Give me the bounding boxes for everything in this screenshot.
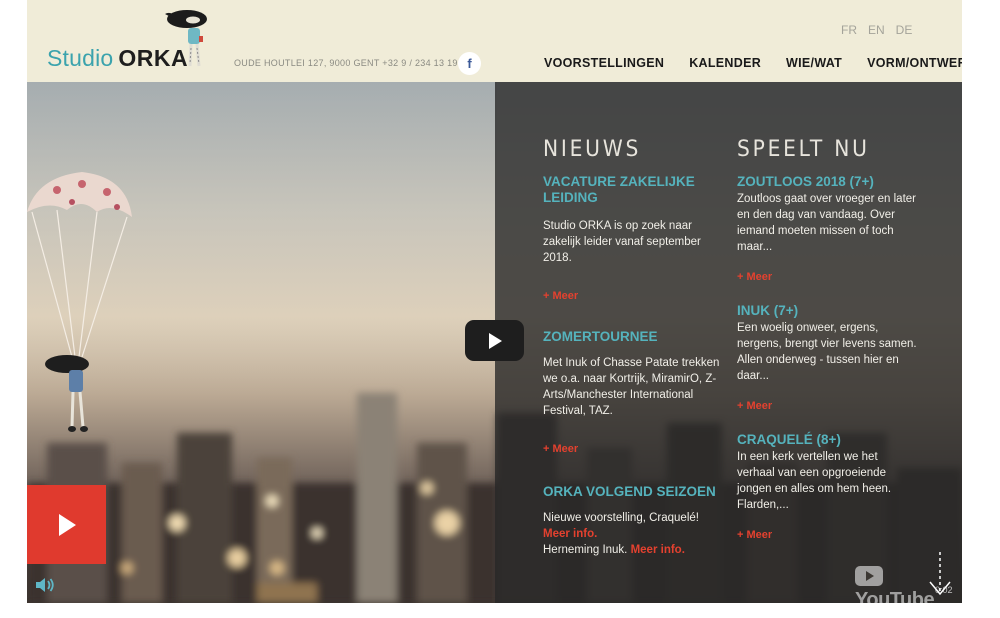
parachute-puppet-image bbox=[27, 172, 132, 432]
show-item-title[interactable]: INUK (7+) bbox=[737, 303, 917, 319]
news-item-title[interactable]: ZOMERTOURNEE bbox=[543, 329, 723, 345]
show-item-body: Zoutloos gaat over vroeger en later en d… bbox=[737, 193, 916, 253]
news-item-body: Met Inuk of Chasse Patate trekken we o.a… bbox=[543, 357, 720, 417]
play-video-button[interactable] bbox=[27, 485, 106, 564]
logo-wordmark: Studio ORKA bbox=[47, 45, 188, 72]
nav-kalender[interactable]: KALENDER bbox=[689, 56, 761, 70]
hero-video[interactable]: NIEUWS VACATURE ZAKELIJKE LEIDING Studio… bbox=[27, 82, 962, 603]
show-item-zoutloos: ZOUTLOOS 2018 (7+) Zoutloos gaat over vr… bbox=[737, 174, 917, 303]
scroll-down-arrow-icon[interactable] bbox=[925, 550, 955, 598]
logo-word-orka: ORKA bbox=[118, 45, 189, 71]
main-nav: VOORSTELLINGEN KALENDER WIE/WAT VORM/ONT… bbox=[544, 56, 962, 70]
news-item-body: Studio ORKA is op zoek naar zakelijk lei… bbox=[543, 220, 701, 264]
logo-word-studio: Studio bbox=[47, 45, 114, 71]
youtube-label: YouTube bbox=[855, 589, 935, 603]
show-item-body: In een kerk vertellen we het verhaal van… bbox=[737, 451, 892, 511]
youtube-play-icon bbox=[855, 566, 883, 586]
volume-icon[interactable] bbox=[35, 577, 55, 593]
playing-now-heading: SPEELT NU bbox=[737, 137, 870, 162]
show-item-title[interactable]: CRAQUELÉ (8+) bbox=[737, 432, 917, 448]
contact-address: OUDE HOUTLEI 127, 9000 GENT +32 9 / 234 … bbox=[234, 58, 458, 68]
news-item-title[interactable]: VACATURE ZAKELIJKE LEIDING bbox=[543, 174, 723, 206]
news-more-link[interactable]: + Meer bbox=[543, 443, 578, 455]
news-info-link-1[interactable]: Meer info. bbox=[543, 526, 723, 542]
show-more-link[interactable]: + Meer bbox=[737, 400, 772, 412]
video-play-button[interactable] bbox=[465, 320, 524, 361]
news-item-title[interactable]: ORKA VOLGEND SEIZOEN bbox=[543, 484, 723, 500]
news-item-body: Nieuwe voorstelling, Craquelé! Meer info… bbox=[543, 510, 723, 558]
nav-voorstellingen[interactable]: VOORSTELLINGEN bbox=[544, 56, 664, 70]
page-frame: Studio ORKA OUDE HOUTLEI 127, 9000 GENT +… bbox=[27, 0, 962, 603]
news-line-2: Herneming Inuk. bbox=[543, 544, 628, 556]
show-more-link[interactable]: + Meer bbox=[737, 271, 772, 283]
nav-vorm-ontwerp[interactable]: VORM/ONTWERP bbox=[867, 56, 962, 70]
facebook-icon[interactable]: f bbox=[458, 52, 481, 75]
playing-now-column: SPEELT NU ZOUTLOOS 2018 (7+) Zoutloos ga… bbox=[737, 137, 917, 543]
news-item-zomertournee: ZOMERTOURNEE Met Inuk of Chasse Patate t… bbox=[543, 329, 723, 484]
news-heading: NIEUWS bbox=[543, 137, 642, 162]
lang-fr-link[interactable]: FR bbox=[841, 23, 857, 37]
news-item-volgend-seizoen: ORKA VOLGEND SEIZOEN Nieuwe voorstelling… bbox=[543, 484, 723, 558]
news-more-link[interactable]: + Meer bbox=[543, 290, 578, 302]
show-more-link[interactable]: + Meer bbox=[737, 529, 772, 541]
site-header: Studio ORKA OUDE HOUTLEI 127, 9000 GENT +… bbox=[27, 0, 962, 82]
news-column: NIEUWS VACATURE ZAKELIJKE LEIDING Studio… bbox=[543, 137, 723, 558]
show-item-inuk: INUK (7+) Een woelig onweer, ergens, ner… bbox=[737, 303, 917, 432]
news-info-link-2[interactable]: Meer info. bbox=[631, 544, 685, 556]
language-switcher: FR EN DE bbox=[841, 23, 912, 37]
lang-en-link[interactable]: EN bbox=[868, 23, 885, 37]
news-line-1: Nieuwe voorstelling, Craquelé! bbox=[543, 512, 699, 524]
show-item-body: Een woelig onweer, ergens, nergens, bren… bbox=[737, 322, 917, 382]
lang-de-link[interactable]: DE bbox=[896, 23, 913, 37]
news-item-vacature: VACATURE ZAKELIJKE LEIDING Studio ORKA i… bbox=[543, 174, 723, 329]
news-overlay-panel: NIEUWS VACATURE ZAKELIJKE LEIDING Studio… bbox=[495, 82, 962, 603]
studio-orka-logo[interactable]: Studio ORKA bbox=[47, 8, 247, 78]
show-item-craquele: CRAQUELÉ (8+) In een kerk vertellen we h… bbox=[737, 432, 917, 543]
show-item-title[interactable]: ZOUTLOOS 2018 (7+) bbox=[737, 174, 917, 190]
nav-wie-wat[interactable]: WIE/WAT bbox=[786, 56, 842, 70]
